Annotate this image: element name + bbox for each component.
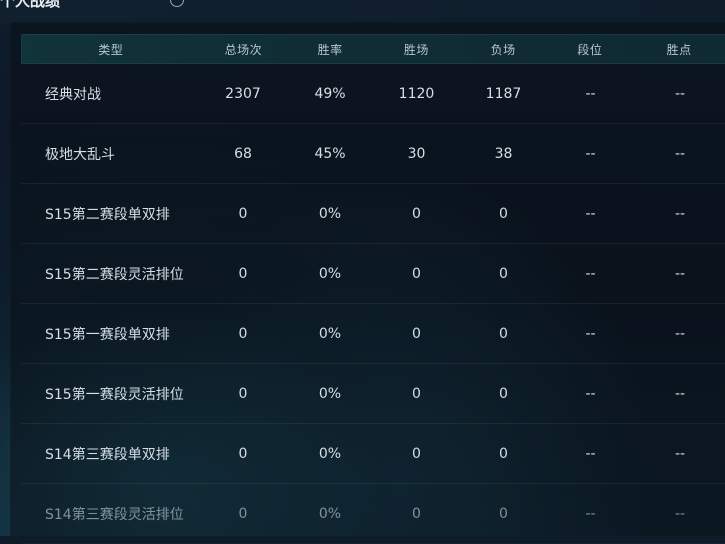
- cell-type: S15第一赛段单双排: [45, 326, 170, 343]
- cell-losses: 38: [494, 145, 513, 162]
- cell-lp: --: [674, 85, 686, 102]
- cell-type: 经典对战: [45, 86, 101, 103]
- stats-panel: 类型 总场次 胜率 胜场 负场 段位 胜点 经典对战 2307 49% 1120…: [10, 22, 725, 536]
- cell-lp: --: [674, 445, 686, 462]
- cell-losses: 0: [499, 325, 508, 342]
- cell-losses: 1187: [485, 85, 522, 102]
- cell-wins: 30: [407, 145, 426, 162]
- cell-wins: 0: [412, 205, 421, 222]
- cell-win-rate: 0%: [318, 445, 342, 462]
- header-wins: 胜场: [403, 42, 429, 57]
- cell-lp: --: [674, 505, 686, 522]
- table-row: 极地大乱斗 68 45% 30 38 -- --: [21, 124, 725, 184]
- cell-rank: --: [585, 265, 596, 282]
- cell-win-rate: 49%: [314, 85, 346, 102]
- cell-rank: --: [585, 445, 596, 462]
- cell-lp: --: [674, 325, 686, 342]
- cell-lp: --: [674, 145, 686, 162]
- cell-rank: --: [585, 205, 596, 222]
- table-row: S14第三赛段单双排 0 0% 0 0 -- --: [21, 424, 725, 484]
- cell-wins: 0: [412, 265, 421, 282]
- cell-total: 0: [238, 205, 248, 222]
- cell-type: S15第一赛段灵活排位: [45, 386, 184, 403]
- cell-type: S15第二赛段单双排: [45, 206, 170, 223]
- cell-lp: --: [674, 265, 686, 282]
- cell-losses: 0: [499, 205, 508, 222]
- cell-type: S14第三赛段单双排: [45, 446, 170, 463]
- cell-rank: --: [585, 325, 596, 342]
- cell-rank: --: [585, 85, 596, 102]
- cell-wins: 0: [412, 505, 421, 522]
- table-header: 类型 总场次 胜率 胜场 负场 段位 胜点: [21, 34, 725, 64]
- header-type: 类型: [98, 42, 124, 57]
- cell-wins: 0: [412, 445, 421, 462]
- cell-rank: --: [585, 385, 596, 402]
- cell-rank: --: [585, 505, 596, 522]
- cell-losses: 0: [499, 385, 508, 402]
- cell-losses: 0: [499, 505, 508, 522]
- cell-win-rate: 0%: [318, 385, 342, 402]
- cell-total: 0: [238, 445, 248, 462]
- table-row: S14第三赛段灵活排位 0 0% 0 0 -- --: [21, 484, 725, 544]
- cell-win-rate: 45%: [314, 145, 346, 162]
- table-row: S15第一赛段灵活排位 0 0% 0 0 -- --: [21, 364, 725, 424]
- cell-total: 0: [238, 265, 248, 282]
- cell-type: S14第三赛段灵活排位: [45, 506, 184, 523]
- page-title-fragment: 个人战绩: [0, 0, 61, 10]
- cell-win-rate: 0%: [318, 265, 342, 282]
- header-total: 总场次: [224, 42, 263, 57]
- stats-table: 类型 总场次 胜率 胜场 负场 段位 胜点 经典对战 2307 49% 1120…: [21, 34, 725, 544]
- header-rank: 段位: [577, 42, 603, 57]
- cell-wins: 0: [412, 325, 421, 342]
- cell-win-rate: 0%: [318, 325, 342, 342]
- cell-wins: 0: [412, 385, 421, 402]
- cell-total: 0: [238, 325, 248, 342]
- cell-total: 68: [234, 145, 252, 162]
- header-losses: 负场: [490, 42, 516, 57]
- cell-total: 2307: [225, 85, 261, 102]
- table-row: 经典对战 2307 49% 1120 1187 -- --: [21, 64, 725, 124]
- cell-lp: --: [674, 205, 686, 222]
- header-lp: 胜点: [666, 42, 692, 57]
- top-bar: 个人战绩: [0, 0, 725, 24]
- cell-win-rate: 0%: [318, 505, 342, 522]
- cell-losses: 0: [499, 265, 508, 282]
- header-win-rate: 胜率: [317, 42, 343, 57]
- cell-type: S15第二赛段灵活排位: [45, 266, 184, 283]
- table-row: S15第二赛段单双排 0 0% 0 0 -- --: [21, 184, 725, 244]
- cell-total: 0: [238, 505, 248, 522]
- table-row: S15第二赛段灵活排位 0 0% 0 0 -- --: [21, 244, 725, 304]
- info-circle-icon[interactable]: [170, 0, 184, 7]
- cell-type: 极地大乱斗: [45, 146, 115, 163]
- cell-lp: --: [674, 385, 686, 402]
- cell-win-rate: 0%: [318, 205, 342, 222]
- cell-rank: --: [585, 145, 596, 162]
- cell-total: 0: [238, 385, 248, 402]
- table-row: S15第一赛段单双排 0 0% 0 0 -- --: [21, 304, 725, 364]
- cell-wins: 1120: [398, 85, 435, 102]
- cell-losses: 0: [499, 445, 508, 462]
